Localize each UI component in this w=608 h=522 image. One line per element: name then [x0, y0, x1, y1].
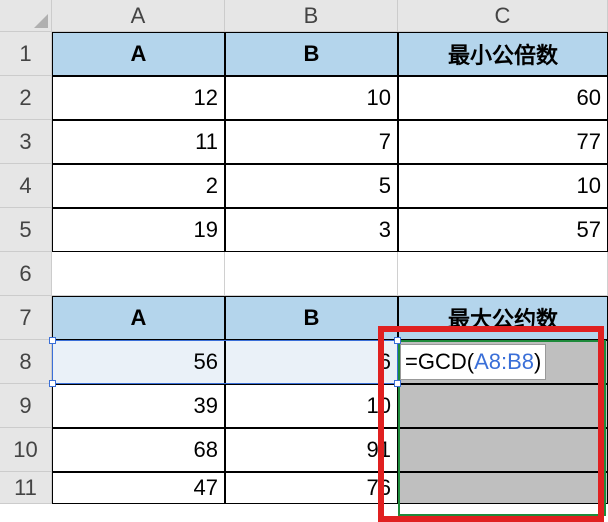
cell-B5[interactable]: 3	[225, 208, 398, 252]
cell-B11[interactable]: 76	[225, 472, 398, 504]
row-header-6[interactable]: 6	[0, 252, 52, 296]
cell-C7[interactable]: 最大公约数	[398, 296, 608, 340]
cell-A10[interactable]: 68	[52, 428, 225, 472]
cell-C9[interactable]	[398, 384, 608, 428]
row-header-10[interactable]: 10	[0, 428, 52, 472]
row-header-2[interactable]: 2	[0, 76, 52, 120]
row-header-7[interactable]: 7	[0, 296, 52, 340]
col-header-C[interactable]: C	[398, 0, 608, 32]
cell-C3[interactable]: 77	[398, 120, 608, 164]
formula-edit-box[interactable]: =GCD(A8:B8)	[400, 344, 546, 380]
row-header-3[interactable]: 3	[0, 120, 52, 164]
cell-B6[interactable]	[225, 252, 398, 296]
formula-text-prefix: =GCD(	[405, 349, 474, 375]
cell-A1[interactable]: A	[52, 32, 225, 76]
cell-A8[interactable]: 56	[52, 340, 225, 384]
cell-B2[interactable]: 10	[225, 76, 398, 120]
col-header-A[interactable]: A	[52, 0, 225, 32]
cell-C11[interactable]	[398, 472, 608, 504]
cell-B10[interactable]: 91	[225, 428, 398, 472]
cell-A5[interactable]: 19	[52, 208, 225, 252]
cell-A4[interactable]: 2	[52, 164, 225, 208]
cell-A9[interactable]: 39	[52, 384, 225, 428]
cell-C2[interactable]: 60	[398, 76, 608, 120]
spreadsheet-grid[interactable]: A B C 1 A B 最小公倍数 2 12 10 60 3 11 7 77 4…	[0, 0, 608, 504]
formula-text-suffix: )	[534, 349, 541, 375]
select-all-corner[interactable]	[0, 0, 52, 32]
col-header-B[interactable]: B	[225, 0, 398, 32]
cell-C6[interactable]	[398, 252, 608, 296]
cell-C5[interactable]: 57	[398, 208, 608, 252]
formula-text-ref: A8:B8	[474, 349, 534, 375]
cell-A11[interactable]: 47	[52, 472, 225, 504]
row-header-11[interactable]: 11	[0, 472, 52, 504]
cell-B7[interactable]: B	[225, 296, 398, 340]
cell-A6[interactable]	[52, 252, 225, 296]
cell-B9[interactable]: 10	[225, 384, 398, 428]
row-header-5[interactable]: 5	[0, 208, 52, 252]
row-header-8[interactable]: 8	[0, 340, 52, 384]
cell-A7[interactable]: A	[52, 296, 225, 340]
cell-C10[interactable]	[398, 428, 608, 472]
cell-B3[interactable]: 7	[225, 120, 398, 164]
cell-A3[interactable]: 11	[52, 120, 225, 164]
cell-B4[interactable]: 5	[225, 164, 398, 208]
row-header-4[interactable]: 4	[0, 164, 52, 208]
cell-B1[interactable]: B	[225, 32, 398, 76]
cell-C4[interactable]: 10	[398, 164, 608, 208]
cell-C1[interactable]: 最小公倍数	[398, 32, 608, 76]
cell-B8[interactable]: 6	[225, 340, 398, 384]
row-header-1[interactable]: 1	[0, 32, 52, 76]
cell-A2[interactable]: 12	[52, 76, 225, 120]
row-header-9[interactable]: 9	[0, 384, 52, 428]
